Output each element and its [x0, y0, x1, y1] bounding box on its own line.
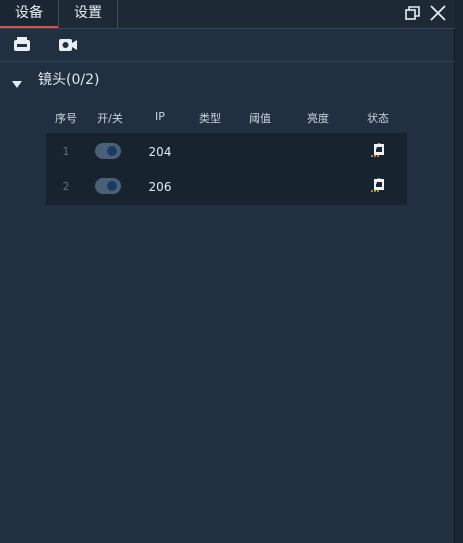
col-brightness: 亮度 [307, 112, 329, 125]
row-ip: 204 [148, 145, 172, 159]
table-row[interactable]: 2 206 [46, 170, 407, 204]
window-edge [455, 0, 463, 543]
power-toggle[interactable] [95, 178, 121, 194]
table-header: 序号 开/关 IP 类型 阈值 亮度 状态 [46, 105, 407, 131]
camera-table: 序号 开/关 IP 类型 阈值 亮度 状态 1 204 2 206 [46, 105, 407, 205]
col-ip: IP [155, 110, 165, 123]
lock-status-icon[interactable] [369, 142, 387, 160]
toggle-knob [107, 181, 117, 191]
col-status: 状态 [367, 112, 389, 125]
camera-icon[interactable] [58, 36, 78, 54]
col-index: 序号 [55, 112, 77, 125]
col-toggle: 开/关 [97, 112, 123, 125]
col-type: 类型 [199, 112, 221, 125]
group-title: 镜头(0/2) [38, 72, 100, 88]
row-index: 1 [62, 145, 70, 158]
printer-icon[interactable] [12, 36, 32, 54]
table-body: 1 204 2 206 [46, 133, 407, 205]
tab-settings[interactable]: 设置 [58, 0, 118, 28]
power-toggle[interactable] [95, 143, 121, 159]
caret-down-icon[interactable] [12, 74, 22, 88]
restore-icon[interactable] [402, 2, 424, 24]
camera-group-header[interactable]: 镜头(0/2) [0, 62, 455, 94]
row-index: 2 [62, 180, 70, 193]
tab-devices[interactable]: 设备 [0, 0, 58, 28]
close-icon[interactable] [427, 2, 449, 24]
table-row[interactable]: 1 204 [46, 135, 407, 169]
col-threshold: 阈值 [249, 112, 271, 125]
tab-bar: 设备 设置 [0, 0, 455, 29]
lock-status-icon[interactable] [369, 177, 387, 195]
device-panel: 设备 设置 镜头(0/2) 序号 开/关 IP 类型 阈值 亮度 状态 1 20… [0, 0, 455, 543]
row-ip: 206 [148, 180, 172, 194]
toggle-knob [107, 146, 117, 156]
toolbar [0, 29, 455, 62]
